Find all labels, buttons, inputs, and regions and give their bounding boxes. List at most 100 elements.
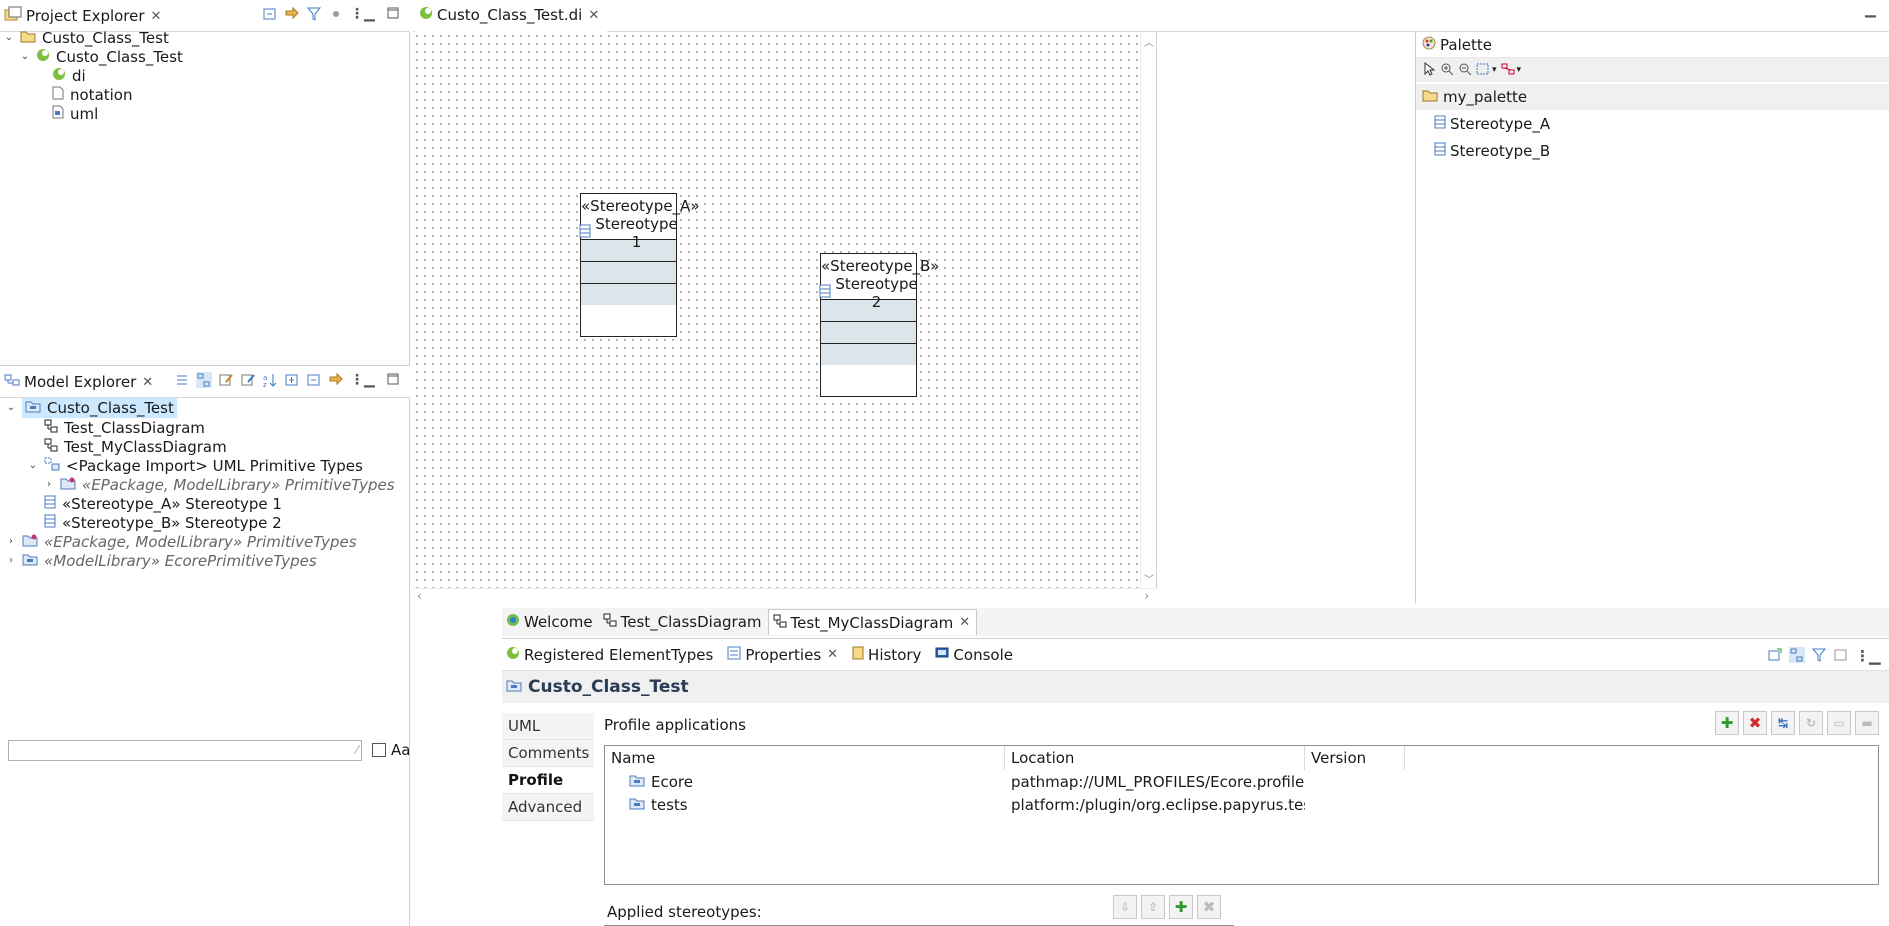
move-down-button[interactable]: ⇩	[1113, 895, 1137, 919]
tab-profile[interactable]: Profile	[502, 767, 594, 794]
add-stereotype-button[interactable]: ✚	[1169, 895, 1193, 919]
palette-tool-stereotype-b[interactable]: Stereotype_B	[1434, 138, 1550, 164]
tab-uml[interactable]: UML	[502, 713, 594, 740]
chevron-right-icon[interactable]: ›	[42, 479, 56, 490]
scroll-right-icon[interactable]: ›	[1144, 589, 1149, 603]
view-menu-icon[interactable]: ⋮	[350, 372, 364, 388]
chevron-down-icon[interactable]: ⌄	[4, 402, 18, 413]
class-box-stereotype-1[interactable]: «Stereotype_A» Stereotype 1	[579, 193, 700, 337]
diagram-canvas[interactable]: «Stereotype_A» Stereotype 1 «Stereotype_…	[413, 32, 1157, 588]
scroll-left-icon[interactable]: ‹	[417, 589, 422, 603]
nested-classifiers-compartment[interactable]	[821, 343, 916, 365]
chevron-down-icon[interactable]: ⌄	[18, 51, 32, 62]
zoom-in-icon[interactable]	[1440, 62, 1456, 78]
select-tool-icon[interactable]	[1422, 61, 1438, 78]
minimize-icon[interactable]: ▁	[364, 6, 380, 22]
pin-icon[interactable]	[1767, 647, 1783, 663]
close-icon[interactable]: ✕	[588, 8, 599, 23]
profile-applications-table[interactable]: Name Location Version Ecore pathmap://UM…	[604, 745, 1879, 885]
registered-profile-button[interactable]: ▬	[1855, 711, 1879, 735]
close-icon[interactable]: ✕	[959, 615, 970, 630]
tab-console[interactable]: Console	[931, 642, 1019, 668]
filter-input[interactable]	[9, 741, 339, 760]
case-sensitive-checkbox[interactable]	[372, 743, 386, 757]
tab-test-my-class-diagram[interactable]: Test_MyClassDiagram ✕	[767, 609, 978, 635]
operations-compartment[interactable]	[581, 261, 676, 283]
tab-editor-di[interactable]: Custo_Class_Test.di ✕	[415, 0, 608, 32]
import-profile-button[interactable]: ↹	[1771, 711, 1795, 735]
nested-classifiers-compartment[interactable]	[581, 283, 676, 305]
tree-item-ecore-primitive-types[interactable]: › «ModelLibrary» EcorePrimitiveTypes	[4, 549, 317, 572]
link-with-editor-icon[interactable]	[328, 372, 344, 388]
edit-icon[interactable]	[218, 372, 234, 388]
tree-item-uml[interactable]: uml	[52, 102, 98, 125]
add-profile-button[interactable]: ✚	[1715, 711, 1739, 735]
close-icon[interactable]: ✕	[827, 647, 838, 662]
minimize-icon[interactable]: ▁	[1869, 647, 1885, 665]
chevron-down-icon[interactable]: ▾	[1517, 65, 1522, 75]
chevron-down-icon[interactable]: ▾	[1492, 65, 1497, 75]
vertical-scrollbar[interactable]: ︿ ﹀	[1140, 32, 1156, 588]
chevron-right-icon[interactable]: ›	[4, 555, 18, 566]
tree-layout-icon[interactable]	[1789, 647, 1805, 663]
tab-label: Registered ElementTypes	[524, 645, 714, 664]
class-stereotype: «Stereotype_B»	[821, 257, 940, 275]
zoom-out-icon[interactable]	[1458, 62, 1474, 78]
remove-profile-button[interactable]: ✖	[1743, 711, 1767, 735]
tab-welcome[interactable]: Welcome	[502, 609, 599, 635]
focus-icon[interactable]	[328, 6, 344, 22]
view-menu-icon[interactable]: ⋮	[1855, 647, 1870, 665]
clear-filter-icon[interactable]: ⁄	[356, 743, 358, 757]
hierarchy-icon[interactable]	[196, 372, 212, 388]
expand-all-icon[interactable]	[284, 372, 300, 388]
palette-drawer-my-palette[interactable]: my_palette	[1416, 84, 1889, 110]
link-with-editor-icon[interactable]	[284, 6, 300, 22]
class-box-stereotype-2[interactable]: «Stereotype_B» Stereotype 2	[819, 253, 940, 397]
new-view-icon[interactable]	[1833, 647, 1849, 663]
table-row[interactable]: tests platform:/plugin/org.eclipse.papyr…	[605, 793, 1878, 816]
minimize-icon[interactable]: ▁	[364, 372, 380, 388]
remove-stereotype-button[interactable]: ✖	[1197, 895, 1221, 919]
table-row[interactable]: Ecore pathmap://UML_PROFILES/Ecore.profi…	[605, 770, 1878, 793]
horizontal-scrollbar[interactable]: ‹ ›	[413, 588, 1157, 604]
maximize-icon[interactable]	[386, 6, 402, 22]
column-header-name[interactable]: Name	[605, 746, 1005, 770]
tree-item-label: «ModelLibrary» EcorePrimitiveTypes	[44, 551, 317, 570]
minimize-icon[interactable]: ▁	[1865, 2, 1881, 18]
close-icon[interactable]: ✕	[142, 375, 153, 390]
chevron-down-icon[interactable]: ⌄	[2, 32, 16, 43]
chevron-down-icon[interactable]: ⌄	[26, 460, 40, 471]
filter-icon[interactable]	[306, 6, 322, 22]
list-icon[interactable]	[174, 372, 190, 388]
marquee-tool-icon[interactable]	[1476, 62, 1492, 78]
tab-history[interactable]: History	[848, 642, 927, 668]
tab-properties[interactable]: Properties ✕	[723, 642, 844, 668]
tab-advanced[interactable]: Advanced	[502, 794, 594, 821]
column-header-location[interactable]: Location	[1005, 746, 1305, 770]
maximize-icon[interactable]	[386, 372, 402, 388]
folder-open-icon	[1422, 88, 1438, 106]
connection-tool-icon[interactable]	[1501, 62, 1517, 78]
palette-tool-stereotype-a[interactable]: Stereotype_A	[1434, 111, 1550, 137]
tab-registered-element-types[interactable]: Registered ElementTypes	[502, 642, 719, 668]
move-up-button[interactable]: ⇧	[1141, 895, 1165, 919]
tab-comments[interactable]: Comments	[502, 740, 594, 767]
chevron-right-icon[interactable]: ›	[4, 536, 18, 547]
column-header-version[interactable]: Version	[1305, 746, 1405, 770]
collapse-all-icon[interactable]	[306, 372, 322, 388]
reapply-profile-button[interactable]: ↻	[1799, 711, 1823, 735]
close-icon[interactable]: ✕	[151, 9, 162, 24]
filter-field[interactable]: ⁄	[8, 740, 362, 761]
operations-compartment[interactable]	[821, 321, 916, 343]
browse-profile-button[interactable]: ▭	[1827, 711, 1851, 735]
tab-model-explorer[interactable]: Model Explorer ✕	[0, 366, 161, 398]
sort-icon[interactable]: az	[262, 372, 278, 389]
tab-test-class-diagram[interactable]: Test_ClassDiagram	[599, 609, 768, 635]
collapse-all-icon[interactable]	[262, 6, 278, 22]
scroll-up-icon[interactable]: ︿	[1144, 34, 1154, 49]
properties-edit-icon[interactable]	[240, 372, 256, 388]
filter-icon[interactable]	[1811, 647, 1827, 663]
scroll-down-icon[interactable]: ﹀	[1144, 571, 1154, 586]
tree-item-model[interactable]: ⌄ Custo_Class_Test	[18, 45, 183, 68]
view-menu-icon[interactable]: ⋮	[350, 6, 364, 22]
